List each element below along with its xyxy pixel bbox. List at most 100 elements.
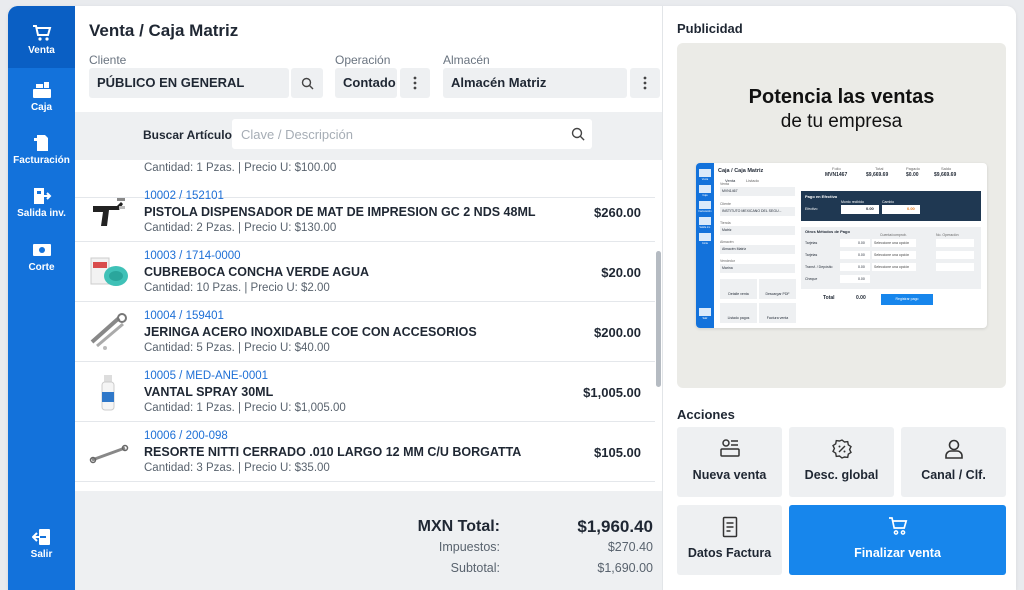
mock-monto-label: Monto recibido <box>841 200 864 204</box>
finish-sale-label: Finalizar venta <box>854 546 941 560</box>
cliente-field[interactable]: PÚBLICO EN GENERAL <box>89 68 289 98</box>
operacion-menu-button[interactable] <box>400 68 430 98</box>
mock-tienda-label: Tienda <box>720 221 731 225</box>
list-item[interactable]: 10002 / 152101 PISTOLA DISPENSADOR DE MA… <box>75 182 655 242</box>
right-panel: Publicidad Potencia las ventas de tu emp… <box>662 6 1016 590</box>
logout-icon <box>31 529 50 545</box>
sidebar-item-venta[interactable]: Venta <box>8 6 75 68</box>
mock-button: Factura venta <box>766 316 789 320</box>
almacen-menu-button[interactable] <box>630 68 660 98</box>
items-scrollbar[interactable] <box>656 251 661 387</box>
inventory-out-icon <box>33 188 51 204</box>
list-item[interactable]: 10003 / 1714-0000 CUBREBOCA CONCHA VERDE… <box>75 242 655 302</box>
item-meta: Cantidad: 1 Pzas. | Precio U: $1,005.00 <box>144 402 346 414</box>
sidebar-item-label: Caja <box>30 102 53 113</box>
list-item[interactable]: 10004 / 159401 JERINGA ACERO INOXIDABLE … <box>75 302 655 362</box>
items-list: Cantidad: 1 Pzas. | Precio U: $100.00 10… <box>75 160 662 491</box>
item-meta: Cantidad: 3 Pzas. | Precio U: $35.00 <box>144 462 330 474</box>
mock-app-preview <box>696 163 981 328</box>
mock-saldo-label: Saldo <box>941 166 952 171</box>
item-price: $20.00 <box>601 265 641 280</box>
mock-saldo-value: $9,669.69 <box>934 172 957 178</box>
item-name: CUBREBOCA CONCHA VERDE AGUA <box>144 265 370 279</box>
item-price: $105.00 <box>594 445 641 460</box>
invoice-data-label: Datos Factura <box>687 546 772 560</box>
mock-button: Detalle venta <box>728 292 749 296</box>
sale-panel: Venta / Caja Matriz Cliente PÚBLICO EN G… <box>75 6 662 590</box>
mock-button: Listado pagos <box>727 316 750 320</box>
ad-headline: Potencia las ventas <box>748 86 935 108</box>
new-sale-button[interactable]: Nueva venta <box>677 427 782 497</box>
global-discount-button[interactable]: Desc. global <box>789 427 894 497</box>
actions-section-title: Acciones <box>677 407 735 422</box>
item-meta: Cantidad: 2 Pzas. | Precio U: $130.00 <box>144 222 337 234</box>
item-meta: Cantidad: 5 Pzas. | Precio U: $40.00 <box>144 342 330 354</box>
new-sale-icon <box>719 439 740 457</box>
ad-banner[interactable]: Potencia las ventas de tu empresa Caja /… <box>677 43 1006 388</box>
mock-sidebar-label: Salir <box>702 317 708 320</box>
discount-badge-icon <box>831 439 852 459</box>
invoice-data-button[interactable]: Datos Factura <box>677 505 782 575</box>
cliente-search-button[interactable] <box>291 68 323 98</box>
totals-panel: MXN Total: $1,960.40 Impuestos: $270.40 … <box>75 491 662 590</box>
almacen-field[interactable]: Almacén Matriz <box>443 68 627 98</box>
article-search-input[interactable] <box>232 119 592 149</box>
mock-sidebar-label: Corte <box>701 242 709 245</box>
mock-amount: 0.00 <box>858 265 865 269</box>
ad-section-title: Publicidad <box>677 21 743 36</box>
cash-cut-icon <box>32 244 51 256</box>
finish-sale-button[interactable]: Finalizar venta <box>789 505 1006 575</box>
list-item[interactable]: 10005 / MED-ANE-0001 VANTAL SPRAY 30ML C… <box>75 362 655 422</box>
mock-folio-value: MVN1467 <box>825 172 848 178</box>
search-icon[interactable] <box>571 127 585 141</box>
mock-folio-label: Folio <box>832 166 841 171</box>
mock-vendedor-label: Vendedor <box>720 259 735 263</box>
mock-method: Tarjetas <box>805 241 818 245</box>
face-mask-image <box>90 257 128 286</box>
cart-icon <box>32 25 51 41</box>
operacion-field[interactable]: Contado <box>335 68 397 98</box>
item-name: RESORTE NITTI CERRADO .010 LARGO 12 MM C… <box>144 445 522 459</box>
total-label: MXN Total: <box>417 518 500 535</box>
sidebar-item-caja[interactable]: Caja <box>8 81 75 113</box>
sidebar-item-label: Facturación <box>13 155 70 166</box>
mock-cliente-value: INSTITUTO MEXICANO DEL SEGU... <box>722 209 782 213</box>
item-code: 10005 / MED-ANE-0001 <box>144 370 269 382</box>
mock-total-label: Total <box>875 166 884 171</box>
mock-sidebar-label: Venta <box>701 178 709 181</box>
mock-cambio-value: 0.00 <box>907 206 915 211</box>
mock-pago-title: Pago en Efectivo <box>805 194 838 199</box>
subtotal-value: $1,690.00 <box>597 561 653 575</box>
item-code: 10002 / 152101 <box>144 190 224 202</box>
page-title: Venta / Caja Matriz <box>89 21 239 40</box>
channel-classification-label: Canal / Clf. <box>921 468 986 482</box>
sidebar: Venta Caja Facturación Salida inv. Corte… <box>8 6 75 590</box>
mock-button: Descargar PDF <box>765 292 790 296</box>
taxes-label: Impuestos: <box>438 540 500 554</box>
spray-bottle-image <box>101 375 115 411</box>
spring-image <box>89 444 129 464</box>
mock-monto-value: 0.00 <box>866 206 874 211</box>
channel-classification-button[interactable]: Canal / Clf. <box>901 427 1006 497</box>
mock-sidebar-label: Salida inv. <box>699 226 711 229</box>
sidebar-item-facturacion[interactable]: Facturación <box>8 134 75 166</box>
mock-almacen-value: Almacén Matriz <box>722 247 747 251</box>
mock-method: Transf. / Depósito <box>805 265 833 269</box>
user-icon <box>944 439 963 459</box>
operacion-label: Operación <box>335 53 391 67</box>
logout-button[interactable]: Salir <box>8 528 75 560</box>
item-name: PISTOLA DISPENSADOR DE MAT DE IMPRESION … <box>144 205 536 219</box>
sidebar-item-label: Venta <box>28 45 55 56</box>
logout-label: Salir <box>30 549 53 560</box>
list-item[interactable]: 10006 / 200-098 RESORTE NITTI CERRADO .0… <box>75 422 655 482</box>
sidebar-item-salida[interactable]: Salida inv. <box>8 187 75 219</box>
syringe-image <box>90 313 127 350</box>
app-window: Venta Caja Facturación Salida inv. Corte… <box>8 6 1016 590</box>
total-value: $1,960.40 <box>577 517 653 536</box>
mock-title: Caja / Caja Matriz <box>718 168 764 174</box>
mock-select: Seleccione una opción <box>874 241 910 245</box>
item-price: $200.00 <box>594 325 641 340</box>
taxes-value: $270.40 <box>607 540 653 554</box>
almacen-label: Almacén <box>443 53 490 67</box>
sidebar-item-corte[interactable]: Corte <box>8 241 75 273</box>
